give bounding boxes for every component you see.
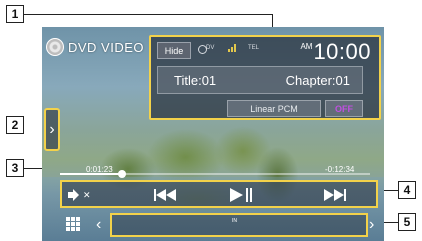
dvd-video-screen: DVD VIDEO Hide DV TEL AM 10:00 Title:01 … — [42, 27, 384, 241]
info-panel: Hide DV TEL AM 10:00 Title:01 Chapter:01… — [149, 35, 381, 120]
dolby-icon: DV — [198, 44, 216, 54]
callout-1-line — [24, 14, 272, 15]
disc-icon — [46, 38, 64, 56]
mute-button[interactable]: ✕ — [68, 188, 91, 202]
chevron-right-icon[interactable]: › — [369, 216, 374, 234]
progress-knob[interactable] — [118, 170, 126, 178]
next-icon — [324, 189, 334, 201]
previous-button[interactable] — [154, 188, 176, 202]
callout-5: 5 — [398, 213, 416, 231]
clock-ampm: AM — [300, 42, 313, 51]
tel-indicator: TEL — [248, 45, 260, 51]
clock: AM 10:00 — [300, 39, 371, 65]
function-bar-label: IN — [232, 218, 237, 224]
playback-control-bar: ✕ — [60, 180, 378, 208]
chevron-right-icon: › — [49, 120, 55, 138]
title-number: Title:01 — [174, 72, 217, 88]
function-bar: IN — [110, 213, 368, 237]
chapter-number: Chapter:01 — [285, 72, 350, 88]
speaker-icon — [68, 192, 74, 198]
clock-time: 10:00 — [313, 39, 371, 64]
side-menu-tab[interactable]: › — [44, 108, 60, 151]
audio-format-display: Linear PCM — [227, 100, 321, 117]
play-pause-icon — [230, 188, 243, 202]
source-indicator: DVD VIDEO — [46, 37, 144, 57]
off-indicator[interactable]: OFF — [325, 100, 363, 117]
source-label: DVD VIDEO — [68, 39, 145, 55]
title-chapter-display: Title:01 Chapter:01 — [157, 66, 363, 94]
play-pause-button[interactable] — [230, 188, 252, 202]
next-button[interactable] — [324, 188, 346, 202]
progress-fill — [60, 173, 122, 175]
callout-1: 1 — [6, 5, 24, 23]
status-icons: DV TEL — [198, 44, 260, 54]
menu-grid-icon[interactable] — [66, 217, 80, 231]
callout-3: 3 — [6, 159, 24, 177]
mute-x-icon: ✕ — [83, 189, 91, 200]
callout-2: 2 — [6, 116, 24, 134]
chevron-left-icon[interactable]: ‹ — [96, 216, 101, 234]
callout-4: 4 — [398, 181, 416, 199]
hide-button[interactable]: Hide — [157, 42, 191, 59]
playback-progress-bar[interactable] — [60, 170, 370, 178]
signal-bars-icon — [228, 44, 236, 52]
previous-icon — [156, 189, 166, 201]
